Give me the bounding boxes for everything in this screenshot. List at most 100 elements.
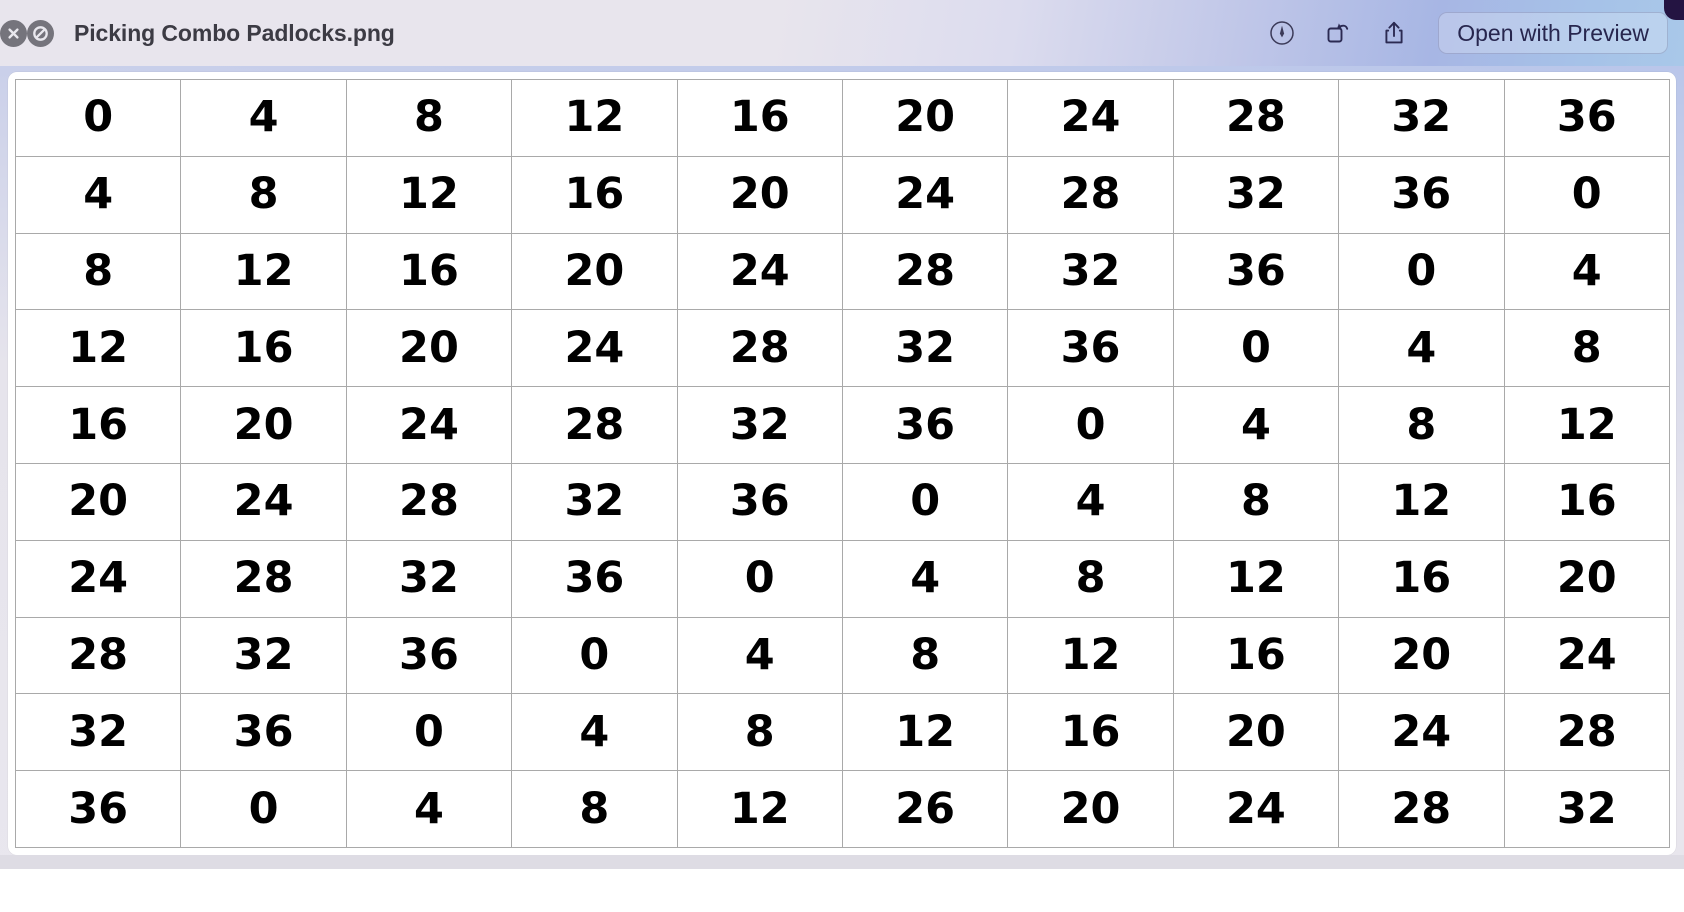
markup-pen-icon: [1270, 21, 1294, 45]
grid-cell: 28: [511, 386, 678, 464]
grid-cell: 12: [1338, 462, 1505, 541]
grid-cell: 0: [676, 539, 843, 618]
grid-cell: 0: [841, 462, 1009, 541]
grid-cell: 0: [180, 770, 347, 848]
grid-cell: 8: [676, 693, 843, 772]
grid-cell: 20: [1338, 616, 1505, 695]
grid-cell: 16: [345, 232, 513, 311]
block-icon: [33, 25, 48, 41]
share-button[interactable]: [1366, 11, 1422, 55]
grid-cell: 16: [1172, 616, 1340, 695]
bottom-strip: [0, 855, 1684, 912]
grid-cell: 24: [14, 539, 182, 618]
grid-cell: 36: [345, 616, 513, 695]
grid-cell: 20: [1007, 770, 1174, 848]
grid-cell: 4: [180, 79, 347, 157]
grid-cell: 20: [1172, 693, 1340, 772]
grid-cell: 28: [1172, 79, 1340, 157]
grid-cell: 0: [511, 616, 678, 695]
grid-cell: 28: [841, 232, 1009, 311]
grid-cell: 4: [345, 770, 513, 848]
markup-button[interactable]: [1254, 11, 1310, 55]
grid-cell: 4: [1338, 309, 1505, 388]
grid-cell: 24: [511, 309, 678, 388]
grid-cell: 4: [1007, 462, 1174, 541]
grid-cell: 0: [1007, 386, 1174, 464]
grid-cell: 32: [1503, 770, 1671, 848]
grid-cell: 36: [676, 462, 843, 541]
grid-cell: 20: [676, 155, 843, 234]
window-title: Picking Combo Padlocks.png: [74, 19, 395, 46]
grid-cell: 12: [345, 155, 513, 234]
grid-cell: 28: [676, 309, 843, 388]
grid-cell: 8: [1007, 539, 1174, 618]
grid-cell: 8: [345, 79, 513, 157]
grid-cell: 4: [1172, 386, 1340, 464]
grid-cell: 0: [1338, 232, 1505, 311]
rotate-icon: [1327, 23, 1349, 43]
table-row: 36 0 4 8 12 26 20 24 28 32: [14, 770, 1671, 848]
block-button[interactable]: [27, 19, 54, 47]
grid-cell: 32: [180, 616, 347, 695]
grid-cell: 36: [1338, 155, 1505, 234]
grid-cell: 4: [14, 155, 182, 234]
grid-cell: 20: [345, 309, 513, 388]
grid-cell: 28: [345, 462, 513, 541]
table-row: 12 16 20 24 28 32 36 0 4 8: [14, 309, 1671, 388]
grid-cell: 0: [1503, 155, 1671, 234]
table-row: 32 36 0 4 8 12 16 20 24 28: [14, 693, 1671, 772]
share-icon: [1385, 21, 1403, 44]
grid-cell: 16: [676, 79, 843, 157]
grid-cell: 0: [345, 693, 513, 772]
image-canvas: 0 4 8 12 16 20 24 28 32 36 4 8 12 16 20 …: [8, 72, 1676, 855]
table-row: 8 12 16 20 24 28 32 36 0 4: [14, 232, 1671, 311]
grid-cell: 16: [1338, 539, 1505, 618]
grid-cell: 8: [841, 616, 1009, 695]
grid-cell: 36: [1007, 309, 1174, 388]
grid-cell: 12: [1172, 539, 1340, 618]
table-row: 24 28 32 36 0 4 8 12 16 20: [14, 539, 1671, 618]
close-button[interactable]: [0, 19, 27, 47]
preview-area: 0 4 8 12 16 20 24 28 32 36 4 8 12 16 20 …: [0, 66, 1684, 912]
grid-cell: 12: [1503, 386, 1671, 464]
open-with-preview-button[interactable]: Open with Preview: [1438, 12, 1668, 54]
table-row: 0 4 8 12 16 20 24 28 32 36: [14, 79, 1671, 157]
grid-cell: 20: [14, 462, 182, 541]
grid-cell: 32: [1007, 232, 1174, 311]
grid-cell: 16: [14, 386, 182, 464]
grid-cell: 4: [1503, 232, 1671, 311]
grid-cell: 32: [841, 309, 1009, 388]
grid-cell: 16: [511, 155, 678, 234]
rotate-button[interactable]: [1310, 11, 1366, 55]
grid-cell: 32: [511, 462, 678, 541]
grid-cell: 28: [14, 616, 182, 695]
grid-cell: 28: [1503, 693, 1671, 772]
grid-cell: 8: [180, 155, 347, 234]
grid-cell: 24: [1503, 616, 1671, 695]
grid-cell: 24: [1338, 693, 1505, 772]
table-row: 16 20 24 28 32 36 0 4 8 12: [14, 386, 1671, 464]
table-row: 28 32 36 0 4 8 12 16 20 24: [14, 616, 1671, 695]
grid-cell: 8: [1338, 386, 1505, 464]
grid-cell: 4: [841, 539, 1009, 618]
grid-cell: 12: [14, 309, 182, 388]
close-icon: [8, 27, 19, 39]
grid-cell: 32: [1172, 155, 1340, 234]
grid-cell: 36: [1503, 79, 1671, 157]
grid-cell: 36: [1172, 232, 1340, 311]
grid-cell: 12: [841, 693, 1009, 772]
titlebar: Picking Combo Padlocks.png Open with Pre…: [0, 0, 1684, 66]
grid-cell: 36: [14, 770, 182, 848]
grid-cell: 24: [841, 155, 1009, 234]
grid-cell: 12: [1007, 616, 1174, 695]
grid-cell: 24: [180, 462, 347, 541]
table-row: 20 24 28 32 36 0 4 8 12 16: [14, 462, 1671, 541]
grid-cell: 16: [180, 309, 347, 388]
grid-cell: 12: [511, 79, 678, 157]
grid-cell: 12: [676, 770, 843, 848]
grid-cell: 20: [1503, 539, 1671, 618]
grid-cell: 0: [1172, 309, 1340, 388]
grid-cell: 28: [180, 539, 347, 618]
grid-cell: 36: [511, 539, 678, 618]
grid-cell: 28: [1007, 155, 1174, 234]
